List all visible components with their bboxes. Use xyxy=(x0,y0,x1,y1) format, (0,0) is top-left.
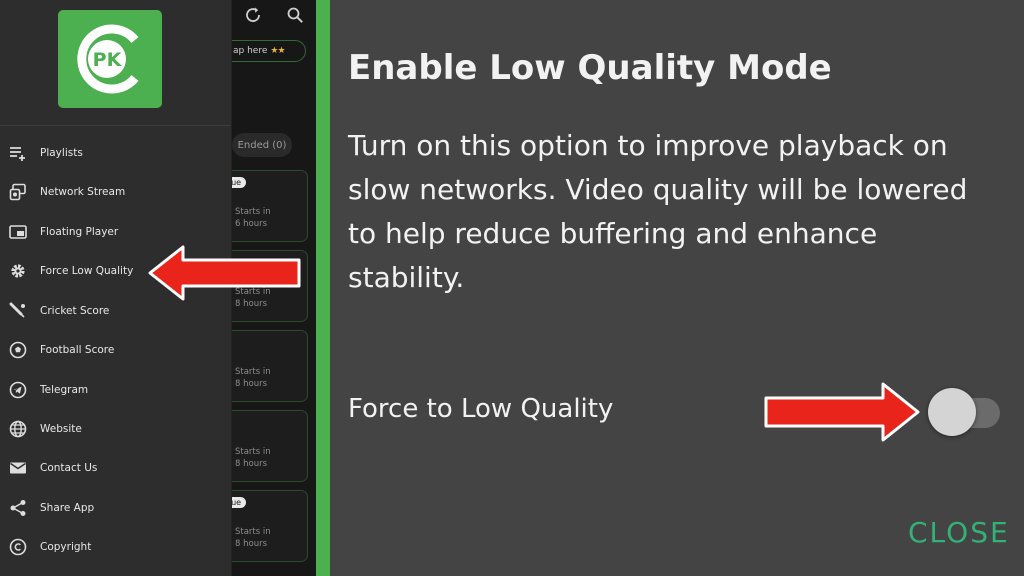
menu-item-website[interactable]: Website xyxy=(0,414,232,444)
starts-in-time: 8 hours xyxy=(235,459,268,469)
menu-item-telegram[interactable]: Telegram xyxy=(0,375,232,405)
starts-in-time: 8 hours xyxy=(235,379,268,389)
menu-item-copyright[interactable]: Copyright xyxy=(0,532,232,562)
share-icon xyxy=(8,498,28,518)
app-logo-icon: PK xyxy=(77,24,139,94)
tab-ended[interactable]: Ended (0) xyxy=(232,133,292,157)
rate-app-banner[interactable]: ap here ★★ xyxy=(232,40,306,62)
starts-in-label: Starts in xyxy=(235,367,271,377)
red-arrow-icon xyxy=(764,382,920,442)
menu-item-football-score[interactable]: Football Score xyxy=(0,335,232,365)
menu-item-playlists[interactable]: Playlists xyxy=(0,138,232,168)
logo-text: PK xyxy=(93,49,123,71)
search-icon[interactable] xyxy=(286,6,306,26)
menu-item-label: Network Stream xyxy=(40,186,126,198)
starts-in-label: Starts in xyxy=(235,527,271,537)
starts-in-label: Starts in xyxy=(235,207,271,217)
football-icon xyxy=(8,340,28,360)
star-rating-icon: ★★ xyxy=(270,46,285,56)
close-button[interactable]: CLOSE xyxy=(908,516,1010,549)
league-tag: gue xyxy=(232,177,247,188)
starts-in-time: 6 hours xyxy=(235,219,268,229)
menu-item-label: Floating Player xyxy=(40,226,119,238)
tap-text: ap here xyxy=(233,46,268,56)
network-stream-icon xyxy=(8,182,28,202)
dialog-description: Turn on this option to improve playback … xyxy=(348,129,968,294)
force-low-quality-toggle[interactable] xyxy=(928,388,1002,438)
menu-item-label: Contact Us xyxy=(40,462,98,474)
menu-item-label: Copyright xyxy=(40,541,92,553)
match-card[interactable]: Starts in 8 hours xyxy=(232,410,308,482)
menu-item-contact-us[interactable]: Contact Us xyxy=(0,453,232,483)
app-logo: PK xyxy=(58,10,162,108)
cricket-bat-icon xyxy=(8,301,28,321)
drawer-header: PK xyxy=(0,0,231,126)
menu-item-label: Telegram xyxy=(40,384,89,396)
low-quality-dialog: Enable Low Quality Mode Turn on this opt… xyxy=(330,0,1024,576)
match-card[interactable]: Starts in 8 hours xyxy=(232,330,308,402)
globe-icon xyxy=(8,419,28,439)
copyright-icon xyxy=(8,537,28,557)
league-tag: gue xyxy=(232,497,247,508)
menu-item-share-app[interactable]: Share App xyxy=(0,493,232,523)
menu-item-label: Football Score xyxy=(40,344,115,356)
menu-item-network-stream[interactable]: Network Stream xyxy=(0,177,232,207)
menu-item-label: Share App xyxy=(40,502,95,514)
menu-item-label: Force Low Quality xyxy=(40,265,134,277)
menu-item-floating-player[interactable]: Floating Player xyxy=(0,217,232,247)
toggle-thumb xyxy=(928,388,976,436)
refresh-icon[interactable] xyxy=(244,6,264,26)
menu-item-label: Cricket Score xyxy=(40,305,110,317)
gear-icon xyxy=(8,261,28,281)
telegram-icon xyxy=(8,380,28,400)
playlist-add-icon xyxy=(8,143,28,163)
annotation-arrow-left xyxy=(147,244,303,302)
dialog-accent-bar xyxy=(316,0,330,576)
starts-in-time: 8 hours xyxy=(235,539,268,549)
annotation-arrow-right xyxy=(763,381,921,443)
dialog-title: Enable Low Quality Mode xyxy=(348,48,832,88)
picture-in-picture-icon xyxy=(8,222,28,242)
match-card[interactable]: gue Starts in 6 hours xyxy=(232,170,308,242)
mail-icon xyxy=(8,458,28,478)
starts-in-label: Starts in xyxy=(235,447,271,457)
menu-item-label: Playlists xyxy=(40,147,83,159)
menu-item-label: Website xyxy=(40,423,82,435)
red-arrow-icon xyxy=(148,245,301,301)
match-card[interactable]: gue Starts in 8 hours xyxy=(232,490,308,562)
force-low-quality-label: Force to Low Quality xyxy=(348,394,614,424)
